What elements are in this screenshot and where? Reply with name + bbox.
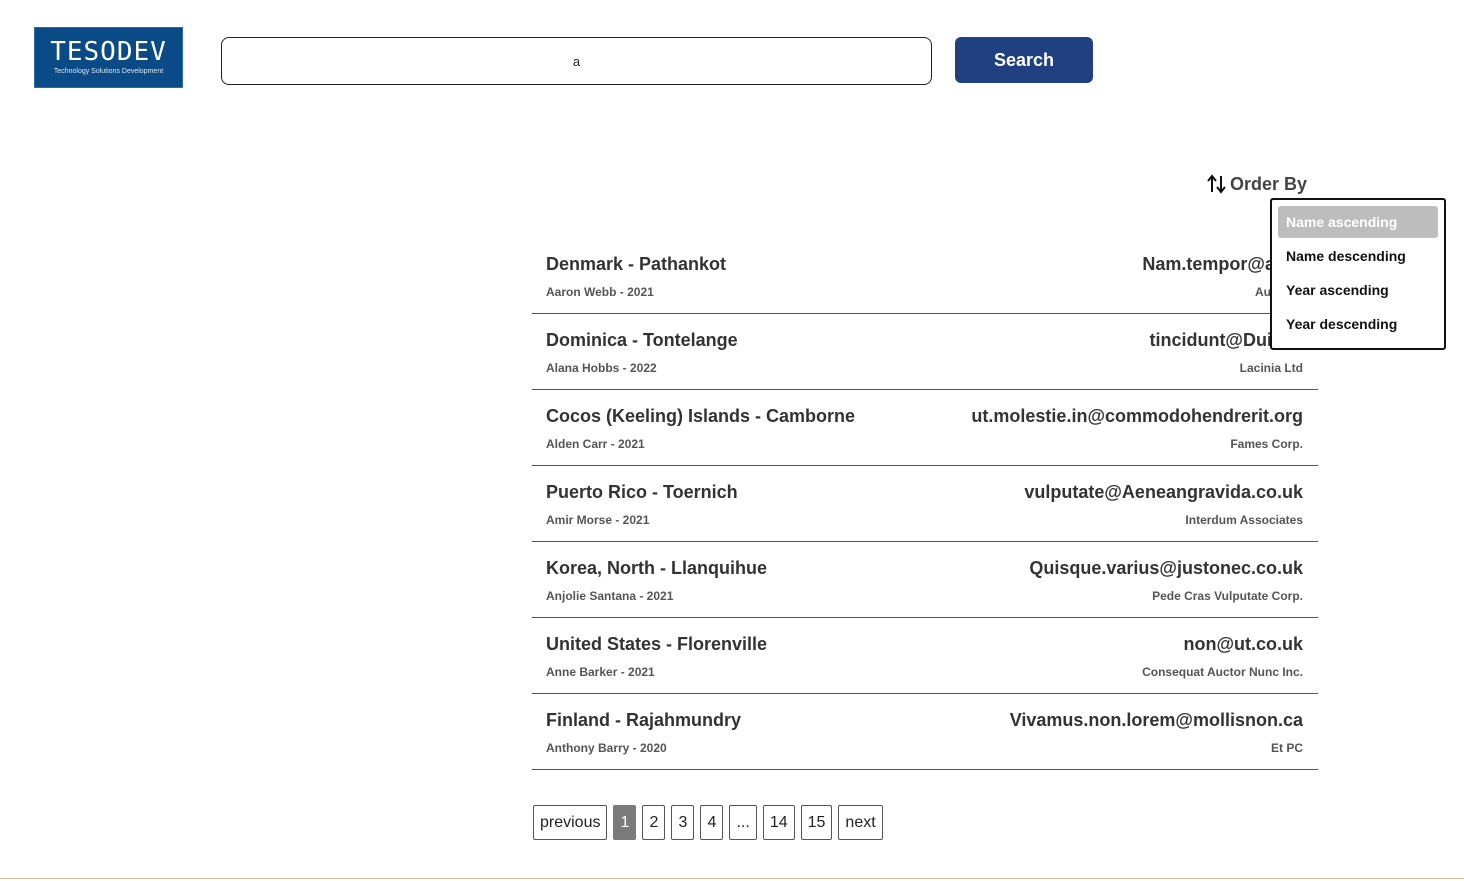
result-email: ut.molestie.in@commodohendrerit.org	[971, 406, 1303, 426]
result-company: Interdum Associates	[1185, 513, 1303, 527]
page-1-button[interactable]: 1	[613, 805, 637, 840]
result-row[interactable]: Korea, North - Llanquihue Anjolie Santan…	[532, 542, 1318, 618]
result-company: Pede Cras Vulputate Corp.	[1152, 589, 1303, 603]
pagination: previous 1 2 3 4 ... 14 15 next	[533, 805, 889, 840]
result-row[interactable]: Finland - Rajahmundry Anthony Barry - 20…	[532, 694, 1318, 770]
result-subtitle: Anne Barker - 2021	[546, 665, 655, 679]
logo-text: TESODEV	[50, 37, 167, 67]
result-subtitle: Anthony Barry - 2020	[546, 741, 667, 755]
page-15-button[interactable]: 15	[800, 805, 833, 840]
result-subtitle: Amir Morse - 2021	[546, 513, 650, 527]
page-2-button[interactable]: 2	[642, 805, 666, 840]
result-title: Korea, North - Llanquihue	[546, 558, 768, 578]
result-title: Puerto Rico - Toernich	[546, 482, 738, 502]
page-ellipsis: ...	[729, 805, 757, 840]
option-name-descending[interactable]: Name descending	[1278, 240, 1438, 272]
result-email: Vivamus.non.lorem@mollisnon.ca	[1009, 710, 1303, 730]
result-row[interactable]: Cocos (Keeling) Islands - Camborne Alden…	[532, 390, 1318, 466]
result-row[interactable]: Dominica - Tontelange Alana Hobbs - 2022…	[532, 314, 1318, 390]
result-subtitle: Alana Hobbs - 2022	[546, 361, 657, 375]
result-subtitle: Aaron Webb - 2021	[546, 285, 654, 299]
option-year-descending[interactable]: Year descending	[1278, 308, 1438, 340]
page-14-button[interactable]: 14	[762, 805, 795, 840]
result-title: Denmark - Pathankot	[546, 254, 727, 274]
result-row[interactable]: United States - Florenville Anne Barker …	[532, 618, 1318, 694]
search-input[interactable]	[221, 37, 932, 85]
result-subtitle: Anjolie Santana - 2021	[546, 589, 674, 603]
tesodev-logo[interactable]: TESODEV Technology Solutions Development	[34, 27, 183, 88]
result-row[interactable]: Denmark - Pathankot Aaron Webb - 2021 Na…	[532, 238, 1318, 314]
option-name-ascending[interactable]: Name ascending	[1278, 206, 1438, 238]
result-title: Finland - Rajahmundry	[546, 710, 742, 730]
result-company: Et PC	[1270, 741, 1303, 755]
results-list: Denmark - Pathankot Aaron Webb - 2021 Na…	[532, 238, 1318, 770]
result-subtitle: Alden Carr - 2021	[546, 437, 645, 451]
result-title: United States - Florenville	[546, 634, 768, 654]
logo-subtext: Technology Solutions Development	[53, 68, 164, 75]
order-by-label: Order By	[1230, 173, 1308, 194]
search-button[interactable]: Search	[955, 37, 1093, 83]
result-company: Lacinia Ltd	[1239, 361, 1303, 375]
sort-arrows-icon	[1207, 174, 1226, 194]
previous-button[interactable]: previous	[533, 805, 608, 840]
result-email: non@ut.co.uk	[1183, 634, 1303, 654]
result-email: vulputate@Aeneangravida.co.uk	[1024, 482, 1303, 502]
result-company: Fames Corp.	[1230, 437, 1303, 451]
result-company: Consequat Auctor Nunc Inc.	[1142, 665, 1303, 679]
page-3-button[interactable]: 3	[671, 805, 695, 840]
order-by-toggle[interactable]: Order By	[1206, 172, 1307, 196]
footer-divider	[0, 878, 1464, 879]
next-button[interactable]: next	[838, 805, 883, 840]
page-4-button[interactable]: 4	[700, 805, 724, 840]
result-title: Cocos (Keeling) Islands - Camborne	[546, 406, 856, 426]
result-email: Quisque.varius@justonec.co.uk	[1029, 558, 1303, 578]
result-title: Dominica - Tontelange	[546, 330, 738, 350]
result-row[interactable]: Puerto Rico - Toernich Amir Morse - 2021…	[532, 466, 1318, 542]
order-by-dropdown: Name ascending Name descending Year asce…	[1270, 198, 1446, 350]
option-year-ascending[interactable]: Year ascending	[1278, 274, 1438, 306]
